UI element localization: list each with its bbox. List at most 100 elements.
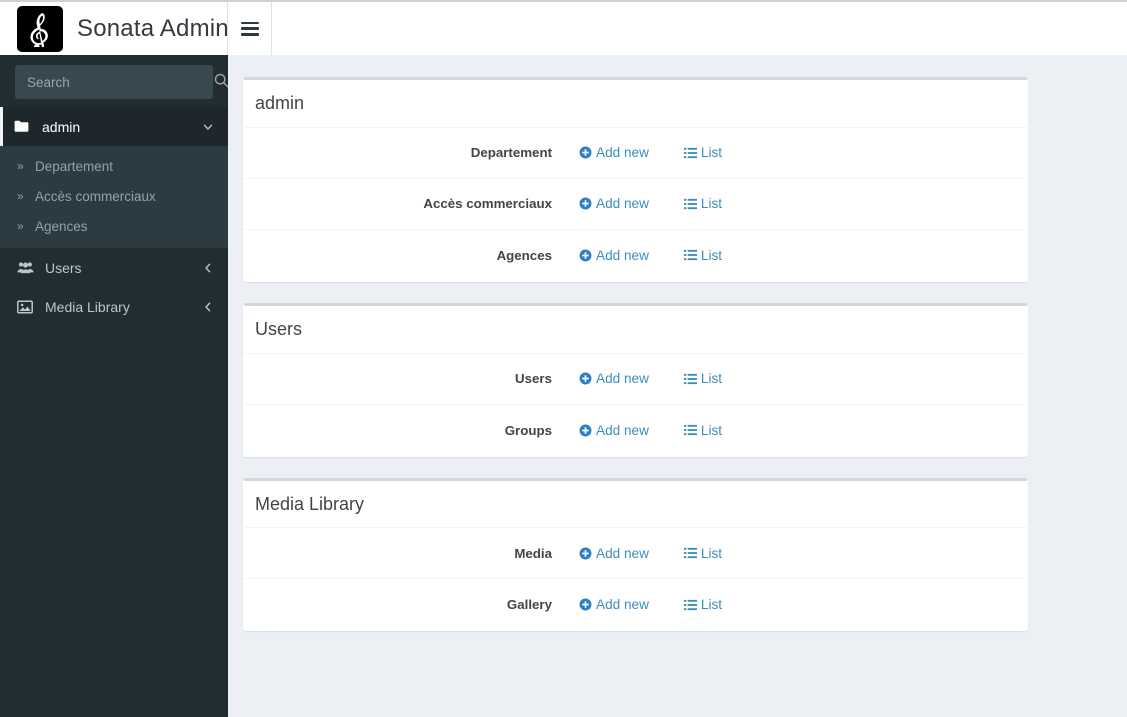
- list-label: List: [700, 247, 723, 263]
- row-label-departement: Departement: [470, 145, 552, 161]
- sidebar: admin » Departement: [0, 55, 228, 717]
- list-link-agences[interactable]: List: [683, 247, 723, 263]
- list-icon: [683, 147, 697, 159]
- angle-double-right-icon: »: [17, 159, 24, 173]
- angle-double-right-icon: »: [17, 189, 24, 203]
- chevron-down-icon: [202, 121, 214, 133]
- table-row: Media Add new List: [244, 528, 1027, 580]
- panel-title-admin: admin: [255, 93, 305, 113]
- panel-header-admin: admin: [244, 80, 1027, 128]
- table-row: Agences Add new List: [244, 230, 1027, 281]
- sidebar-subitem-agences: » Agences: [0, 211, 228, 241]
- row-actions: Add new List: [552, 371, 722, 386]
- table-row: Groups Add new List: [244, 405, 1027, 456]
- search-icon: [214, 73, 228, 91]
- add-new-link-users[interactable]: Add new: [579, 371, 649, 386]
- list-icon: [683, 547, 697, 559]
- sidebar-item-media-library: Media Library: [0, 287, 228, 326]
- row-label-agences: Agences: [496, 247, 552, 263]
- table-row: Gallery Add new List: [244, 579, 1027, 630]
- search-box[interactable]: [15, 65, 228, 99]
- add-new-link-departement[interactable]: Add new: [579, 145, 649, 160]
- panel-body-admin: Departement Add new List Accès commercia…: [244, 128, 1027, 281]
- top-header: Sonata Admin: [0, 2, 1127, 55]
- sidebar-sublabel-acces-commerciaux: Accès commerciaux: [35, 188, 156, 204]
- sidebar-subitem-acces-commerciaux: » Accès commerciaux: [0, 181, 228, 211]
- table-row: Departement Add new List: [244, 128, 1027, 179]
- row-label-gallery: Gallery: [506, 597, 552, 613]
- panel-title-media-library: Media Library: [255, 493, 365, 514]
- sidebar-link-users[interactable]: Users: [0, 248, 228, 287]
- add-new-link-agences[interactable]: Add new: [579, 248, 649, 263]
- add-new-link-acces-commerciaux[interactable]: Add new: [579, 196, 649, 211]
- add-new-link-media[interactable]: Add new: [579, 546, 649, 561]
- row-label-acces-commerciaux: Accès commerciaux: [423, 196, 552, 212]
- row-label-users: Users: [515, 371, 552, 387]
- list-label: List: [700, 597, 723, 613]
- row-actions: Add new List: [552, 145, 722, 160]
- plus-circle-icon: [579, 146, 592, 159]
- panel-users: Users Users Add new List Groups Add new …: [243, 302, 1028, 457]
- list-label: List: [700, 196, 723, 212]
- sidebar-menu: admin » Departement » Accès commerciaux …: [0, 107, 228, 326]
- plus-circle-icon: [579, 547, 592, 560]
- brand-title: Sonata Admin: [77, 14, 229, 42]
- plus-circle-icon: [579, 197, 592, 210]
- sidebar-label-media-library: Media Library: [45, 298, 130, 315]
- search-button[interactable]: [214, 65, 228, 99]
- admin-dashboard-page: Sonata Admin Search admin » Departement …: [0, 0, 1127, 717]
- angle-double-right-icon: »: [17, 219, 24, 233]
- plus-circle-icon: [579, 424, 592, 437]
- sidebar-submenu-admin: » Departement » Accès commerciaux » Agen…: [0, 146, 228, 248]
- add-new-link-gallery[interactable]: Add new: [579, 597, 649, 612]
- list-link-acces-commerciaux[interactable]: List: [683, 196, 723, 212]
- row-actions: Add new List: [552, 546, 722, 561]
- row-actions: Add new List: [552, 248, 722, 263]
- sidebar-link-media-library[interactable]: Media Library: [0, 287, 228, 326]
- row-actions: Add new List: [552, 597, 722, 612]
- content-area: admin Departement Add new List Accès com…: [228, 55, 1127, 717]
- sidebar-link-admin[interactable]: admin: [0, 107, 228, 146]
- list-icon: [683, 249, 697, 261]
- list-label: List: [700, 545, 723, 561]
- sidebar-sublink-agences[interactable]: » Agences: [0, 211, 228, 241]
- plus-circle-icon: [579, 598, 592, 611]
- table-row: Accès commerciaux Add new List: [244, 179, 1027, 230]
- header-spacer: [272, 2, 1127, 55]
- panel-title-users: Users: [255, 318, 303, 339]
- add-new-label: Add new: [596, 371, 649, 387]
- list-icon: [683, 424, 697, 436]
- sidebar-sublabel-departement: Departement: [35, 158, 114, 174]
- list-icon: [683, 599, 697, 611]
- list-link-departement[interactable]: List: [683, 145, 723, 161]
- list-link-gallery[interactable]: List: [683, 597, 723, 613]
- search-input[interactable]: [15, 65, 214, 99]
- row-label-media: Media: [514, 545, 552, 561]
- list-link-media[interactable]: List: [683, 545, 723, 561]
- sidebar-sublabel-agences: Agences: [35, 218, 88, 234]
- sidebar-sublink-departement[interactable]: » Departement: [0, 151, 228, 181]
- sidebar-search: [0, 55, 228, 107]
- add-new-link-groups[interactable]: Add new: [579, 423, 649, 438]
- users-icon: [17, 261, 39, 274]
- panel-header-media-library: Media Library: [244, 481, 1027, 529]
- sidebar-item-admin: admin » Departement » Accès commerciaux …: [0, 107, 228, 248]
- row-actions: Add new List: [552, 423, 722, 438]
- panel-body-users: Users Add new List Groups Add new List: [244, 354, 1027, 456]
- list-label: List: [700, 145, 723, 161]
- sidebar-sublink-acces-commerciaux[interactable]: » Accès commerciaux: [0, 181, 228, 211]
- row-label-groups: Groups: [504, 422, 552, 438]
- add-new-label: Add new: [596, 145, 649, 161]
- plus-circle-icon: [579, 249, 592, 262]
- sidebar-toggle-button[interactable]: [228, 2, 272, 55]
- list-label: List: [700, 422, 723, 438]
- brand-logo-link[interactable]: Sonata Admin: [0, 2, 229, 55]
- list-link-groups[interactable]: List: [683, 422, 723, 438]
- treble-clef-icon: [17, 5, 63, 52]
- chevron-left-icon: [202, 262, 214, 274]
- add-new-label: Add new: [596, 597, 649, 613]
- add-new-label: Add new: [596, 545, 649, 561]
- list-link-users[interactable]: List: [683, 371, 723, 387]
- row-actions: Add new List: [552, 196, 722, 211]
- list-label: List: [700, 371, 723, 387]
